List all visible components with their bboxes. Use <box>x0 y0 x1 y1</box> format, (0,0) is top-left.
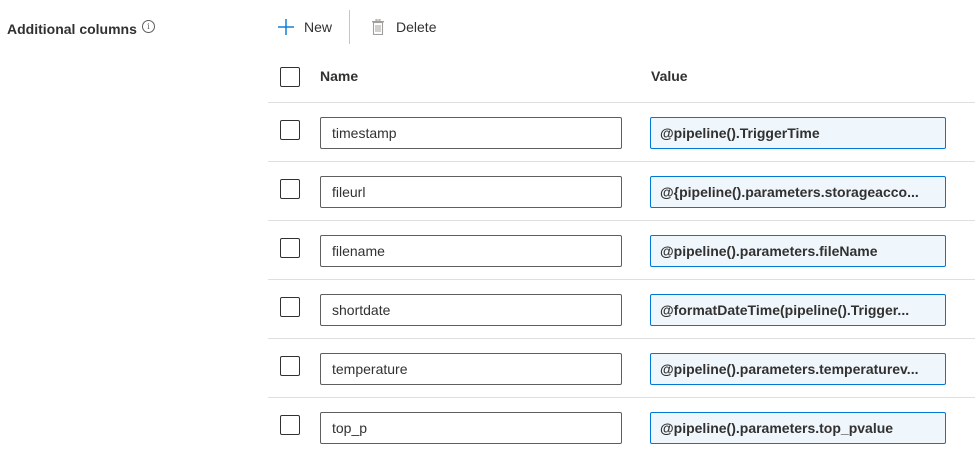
column-value-input[interactable]: @pipeline().parameters.temperaturev... <box>650 353 946 385</box>
column-header-name: Name <box>320 68 359 84</box>
row-checkbox[interactable] <box>280 238 300 258</box>
row-checkbox[interactable] <box>280 297 300 317</box>
column-value-input[interactable]: @formatDateTime(pipeline().Trigger... <box>650 294 946 326</box>
column-value-input[interactable]: @pipeline().parameters.fileName <box>650 235 946 267</box>
table-row: @formatDateTime(pipeline().Trigger... <box>268 280 975 339</box>
additional-columns-label: Additional columns i <box>7 19 155 39</box>
table-row: @pipeline().TriggerTime <box>268 103 975 162</box>
row-checkbox[interactable] <box>280 415 300 435</box>
new-button-label: New <box>304 19 333 35</box>
row-checkbox[interactable] <box>280 120 300 140</box>
additional-columns-table: Name Value @pipeline().TriggerTime @{pip… <box>268 50 975 457</box>
column-name-input[interactable] <box>320 235 622 267</box>
column-value-input[interactable]: @pipeline().parameters.top_pvalue <box>650 412 946 444</box>
select-all-checkbox[interactable] <box>280 67 300 87</box>
column-name-input[interactable] <box>320 117 622 149</box>
row-checkbox[interactable] <box>280 179 300 199</box>
table-row: @pipeline().parameters.fileName <box>268 221 975 280</box>
plus-icon <box>276 17 296 37</box>
toolbar: New Delete <box>270 10 442 44</box>
column-value-input[interactable]: @pipeline().TriggerTime <box>650 117 946 149</box>
delete-button-label: Delete <box>396 19 437 35</box>
table-row: @pipeline().parameters.top_pvalue <box>268 398 975 457</box>
row-checkbox[interactable] <box>280 356 300 376</box>
info-icon[interactable]: i <box>141 19 155 33</box>
new-button[interactable]: New <box>270 11 338 43</box>
delete-button[interactable]: Delete <box>362 11 442 43</box>
table-header-row: Name Value <box>268 50 975 103</box>
column-value-input[interactable]: @{pipeline().parameters.storageacco... <box>650 176 946 208</box>
toolbar-divider <box>349 10 351 44</box>
column-name-input[interactable] <box>320 412 622 444</box>
trash-icon <box>368 17 388 37</box>
table-row: @{pipeline().parameters.storageacco... <box>268 162 975 221</box>
column-header-value: Value <box>651 68 688 84</box>
column-name-input[interactable] <box>320 353 622 385</box>
table-row: @pipeline().parameters.temperaturev... <box>268 339 975 398</box>
column-name-input[interactable] <box>320 294 622 326</box>
column-name-input[interactable] <box>320 176 622 208</box>
additional-columns-text: Additional columns <box>7 21 137 37</box>
